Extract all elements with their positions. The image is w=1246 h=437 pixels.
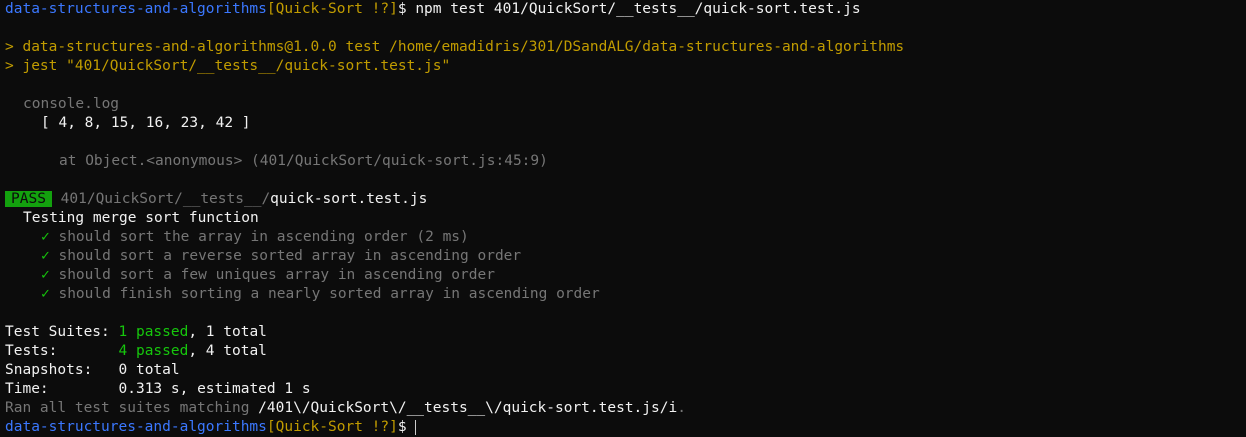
command-text: npm test 401/QuickSort/__tests__/quick-s… [415, 1, 861, 17]
console-log-label: console.log [23, 96, 120, 112]
test-result-line: PASS 401/QuickSort/__tests__/quick-sort.… [5, 190, 1246, 209]
summary-value: 0 total [118, 362, 180, 378]
test-case-item: ✓ should sort the array in ascending ord… [5, 228, 1246, 247]
summary-tests: Tests: 4 passed, 4 total [5, 342, 1246, 361]
summary-label: Test Suites: [5, 324, 110, 340]
summary-value: 0.313 s, estimated 1 s [118, 381, 311, 397]
npm-header-line-2: > jest "401/QuickSort/__tests__/quick-so… [5, 58, 451, 74]
check-icon: ✓ [41, 248, 50, 264]
summary-snapshots: Snapshots: 0 total [5, 361, 1246, 380]
summary-total-count: , 4 total [188, 343, 267, 359]
prompt-symbol: $ [397, 419, 407, 435]
test-file-dir: 401/QuickSort/__tests__/ [60, 191, 271, 207]
summary-passed-count: 1 passed [118, 324, 189, 340]
prompt-branch: [Quick-Sort !?] [266, 419, 398, 435]
console-log-output: [ 4, 8, 15, 16, 23, 42 ] [41, 115, 251, 131]
check-icon: ✓ [41, 286, 50, 302]
test-case-item: ✓ should sort a reverse sorted array in … [5, 247, 1246, 266]
summary-ran-line: Ran all test suites matching /401\/Quick… [5, 399, 1246, 418]
ran-suffix: . [677, 400, 686, 416]
summary-label: Time: [5, 381, 49, 397]
test-case-label: should sort a few uniques array in ascen… [58, 267, 495, 283]
check-icon: ✓ [41, 267, 50, 283]
summary-label: Tests: [5, 343, 58, 359]
prompt-directory: data-structures-and-algorithms [5, 419, 267, 435]
terminal-window[interactable]: data-structures-and-algorithms[Quick-Sor… [0, 0, 1246, 437]
ran-pattern: /401\/QuickSort\/__tests__\/quick-sort.t… [258, 400, 678, 416]
console-log-location: at Object.<anonymous> (401/QuickSort/qui… [59, 153, 548, 169]
prompt-line-2[interactable]: data-structures-and-algorithms[Quick-Sor… [5, 418, 1246, 437]
summary-total-count: , 1 total [188, 324, 267, 340]
prompt-line-1: data-structures-and-algorithms[Quick-Sor… [5, 0, 1246, 19]
test-suite-name: Testing merge sort function [23, 210, 259, 226]
test-case-label: should sort a reverse sorted array in as… [58, 248, 522, 264]
test-case-item: ✓ should finish sorting a nearly sorted … [5, 285, 1246, 304]
summary-passed-count: 4 passed [118, 343, 189, 359]
summary-label: Snapshots: [5, 362, 93, 378]
test-file-name: quick-sort.test.js [270, 191, 428, 207]
ran-prefix: Ran all test suites matching [5, 400, 259, 416]
test-case-item: ✓ should sort a few uniques array in asc… [5, 266, 1246, 285]
test-case-label: should sort the array in ascending order… [58, 229, 469, 245]
prompt-symbol: $ [397, 1, 407, 17]
summary-test-suites: Test Suites: 1 passed, 1 total [5, 323, 1246, 342]
prompt-directory: data-structures-and-algorithms [5, 1, 267, 17]
prompt-branch: [Quick-Sort !?] [266, 1, 398, 17]
summary-time: Time: 0.313 s, estimated 1 s [5, 380, 1246, 399]
text-cursor [414, 419, 416, 435]
check-icon: ✓ [41, 229, 50, 245]
test-case-label: should finish sorting a nearly sorted ar… [58, 286, 600, 302]
npm-header-line-1: > data-structures-and-algorithms@1.0.0 t… [5, 39, 905, 55]
pass-badge: PASS [5, 191, 52, 207]
